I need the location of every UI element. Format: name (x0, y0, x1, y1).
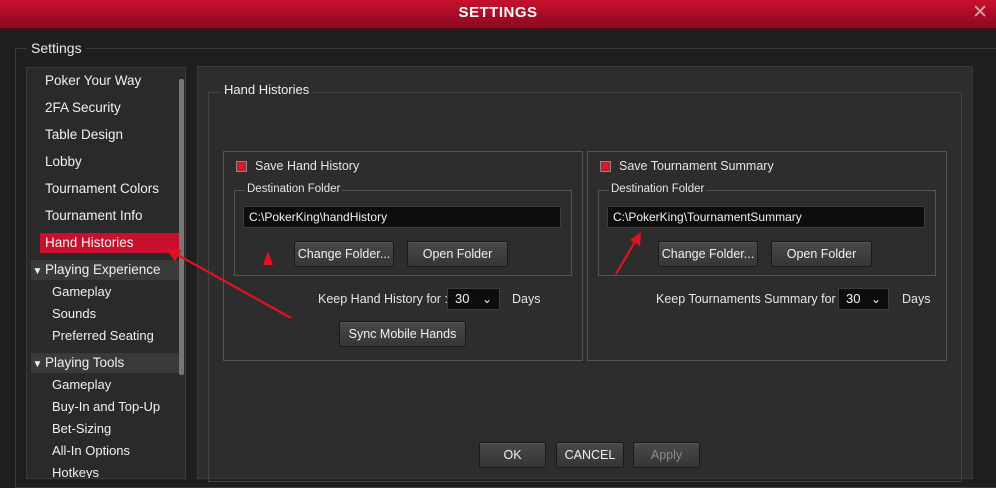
destination-folder-label: Destination Folder (245, 183, 343, 195)
sidebar-item-preferred-seating[interactable]: Preferred Seating (52, 326, 154, 346)
sidebar-item-poker-your-way[interactable]: Poker Your Way (45, 71, 141, 91)
sidebar-item-tournament-colors[interactable]: Tournament Colors (45, 179, 159, 199)
sync-mobile-hands-button[interactable]: Sync Mobile Hands (339, 321, 466, 347)
sidebar-scrollbar[interactable] (179, 79, 184, 375)
keep-hand-history-value: 30 (455, 291, 470, 306)
open-folder-button[interactable]: Open Folder (771, 241, 872, 267)
tournament-path-input[interactable]: C:\PokerKing\TournamentSummary (607, 206, 925, 228)
sidebar-item-2fa-security[interactable]: 2FA Security (45, 98, 121, 118)
keep-tournament-summary-value: 30 (846, 291, 861, 306)
change-folder-button[interactable]: Change Folder... (294, 241, 394, 267)
save-tournament-summary-label: Save Tournament Summary (619, 159, 774, 173)
sidebar-item-table-design[interactable]: Table Design (45, 125, 123, 145)
cancel-button[interactable]: CANCEL (556, 442, 624, 468)
keep-tournament-summary-select[interactable]: 30 ⌄ (838, 288, 889, 310)
sidebar-item-lobby[interactable]: Lobby (45, 152, 82, 172)
sidebar-section-playing-experience[interactable]: ▼ Playing Experience (31, 260, 181, 280)
sidebar-item-hand-histories[interactable]: Hand Histories (40, 233, 180, 253)
ok-button[interactable]: OK (479, 442, 546, 468)
hand-history-path-input[interactable]: C:\PokerKing\handHistory (243, 206, 561, 228)
save-hand-history-label: Save Hand History (255, 159, 360, 173)
days-label: Days (512, 292, 541, 306)
sidebar-item-tournament-info[interactable]: Tournament Info (45, 206, 143, 226)
keep-hand-history-select[interactable]: 30 ⌄ (447, 288, 500, 310)
save-tournament-summary-checkbox[interactable] (600, 161, 611, 172)
window-title: SETTINGS (458, 4, 538, 21)
keep-hand-history-label: Keep Hand History for : (318, 292, 448, 306)
settings-legend: Settings (27, 40, 86, 56)
chevron-down-icon: ⌄ (870, 292, 881, 306)
change-folder-button[interactable]: Change Folder... (658, 241, 758, 267)
tournament-destination-group (598, 190, 936, 276)
title-bar: SETTINGS ✕ (0, 0, 996, 29)
sidebar-section-label: Playing Tools (45, 355, 125, 370)
sidebar-item-hotkeys[interactable]: Hotkeys (52, 463, 99, 478)
close-icon[interactable]: ✕ (972, 2, 988, 24)
sidebar-item-bet-sizing[interactable]: Bet-Sizing (52, 419, 111, 439)
apply-button[interactable]: Apply (633, 442, 700, 468)
chevron-down-icon: ▼ (32, 266, 43, 277)
chevron-down-icon: ▼ (32, 359, 43, 370)
settings-sidebar: Poker Your Way 2FA Security Table Design… (26, 67, 186, 479)
sidebar-item-all-in-options[interactable]: All-In Options (52, 441, 130, 461)
panel-title: Hand Histories (220, 82, 314, 97)
sidebar-item-sounds[interactable]: Sounds (52, 304, 96, 324)
sidebar-item-buy-in-top-up[interactable]: Buy-In and Top-Up (52, 397, 160, 417)
hand-history-destination-group (234, 190, 572, 276)
open-folder-button[interactable]: Open Folder (407, 241, 508, 267)
destination-folder-label: Destination Folder (609, 183, 707, 195)
keep-tournament-summary-label: Keep Tournaments Summary for : (656, 292, 843, 306)
sidebar-section-playing-tools[interactable]: ▼ Playing Tools (31, 353, 181, 373)
sidebar-item-gameplay[interactable]: Gameplay (52, 282, 111, 302)
save-hand-history-checkbox[interactable] (236, 161, 247, 172)
days-label: Days (902, 292, 931, 306)
sidebar-section-label: Playing Experience (45, 262, 161, 277)
sidebar-item-tools-gameplay[interactable]: Gameplay (52, 375, 111, 395)
chevron-down-icon: ⌄ (481, 292, 492, 306)
